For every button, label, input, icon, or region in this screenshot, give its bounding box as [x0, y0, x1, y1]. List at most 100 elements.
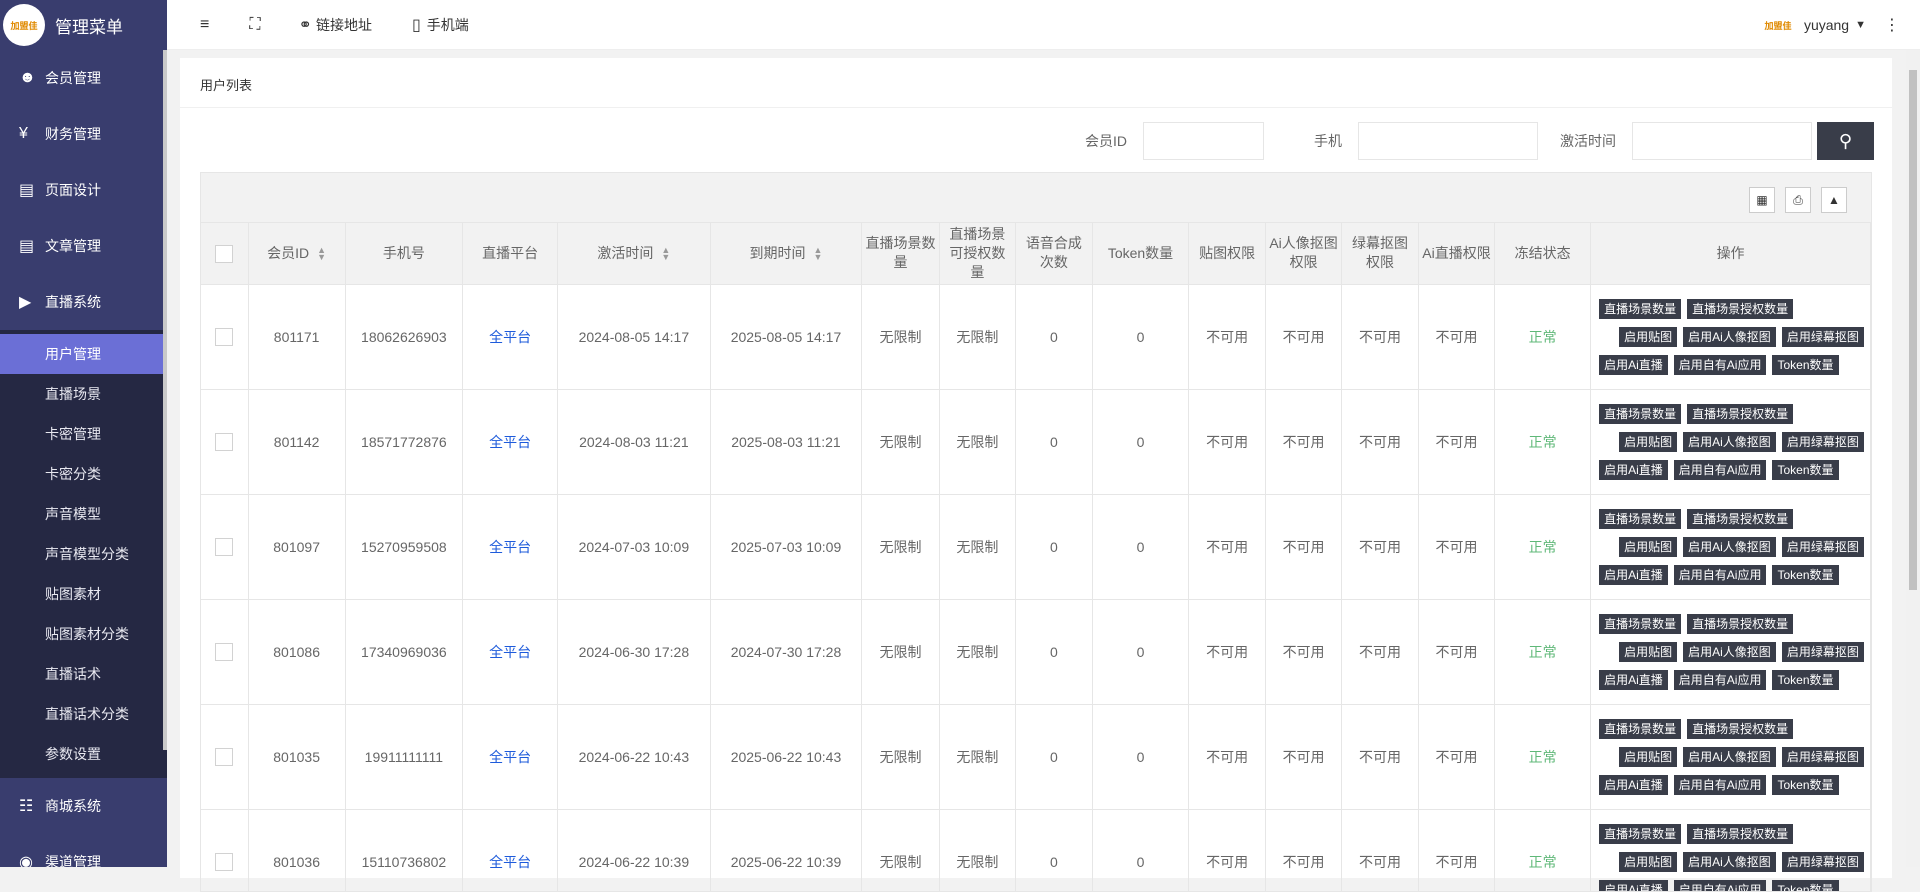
action-button[interactable]: 启用Ai直播 — [1599, 670, 1668, 690]
action-button[interactable]: 启用自有Ai应用 — [1674, 460, 1767, 480]
action-button[interactable]: 启用Ai人像抠图 — [1683, 537, 1776, 557]
action-button[interactable]: 直播场景授权数量 — [1687, 299, 1793, 319]
action-button[interactable]: 启用Ai直播 — [1599, 565, 1668, 585]
sidebar-item-sticker-categories[interactable]: 贴图素材分类 — [0, 614, 167, 654]
sidebar-item-live-script-categories[interactable]: 直播话术分类 — [0, 694, 167, 734]
action-button[interactable]: Token数量 — [1772, 460, 1838, 480]
search-button[interactable]: ⚲ — [1817, 122, 1874, 160]
action-button[interactable]: 启用绿幕抠图 — [1782, 537, 1864, 557]
action-button[interactable]: 启用贴图 — [1619, 537, 1677, 557]
print-icon[interactable]: ⎙ — [1785, 187, 1811, 213]
action-button[interactable]: 启用绿幕抠图 — [1782, 747, 1864, 767]
action-button[interactable]: Token数量 — [1772, 670, 1838, 690]
action-button[interactable]: 直播场景授权数量 — [1687, 719, 1793, 739]
action-button[interactable]: 启用贴图 — [1619, 747, 1677, 767]
action-button[interactable]: 启用Ai人像抠图 — [1683, 642, 1776, 662]
action-button[interactable]: 直播场景数量 — [1599, 719, 1681, 739]
sidebar-item-articles[interactable]: ▤ 文章管理 — [0, 218, 167, 274]
col-activated[interactable]: 激活时间▲▼ — [558, 223, 711, 284]
sidebar-item-voice-model-categories[interactable]: 声音模型分类 — [0, 534, 167, 574]
action-button[interactable]: 启用贴图 — [1619, 432, 1677, 452]
sidebar-item-settings[interactable]: 参数设置 — [0, 734, 167, 774]
action-button[interactable]: 启用绿幕抠图 — [1782, 327, 1864, 347]
row-checkbox[interactable] — [215, 748, 233, 766]
action-button[interactable]: 直播场景数量 — [1599, 824, 1681, 844]
row-checkbox[interactable] — [215, 328, 233, 346]
action-button[interactable]: 启用Ai直播 — [1599, 880, 1668, 892]
collapse-menu-icon[interactable]: ≡ — [200, 16, 209, 34]
avatar[interactable]: 加盟佳 — [1758, 14, 1798, 36]
action-button[interactable]: 启用绿幕抠图 — [1782, 642, 1864, 662]
sidebar-item-members[interactable]: ☻ 会员管理 — [0, 50, 167, 106]
action-button[interactable]: 直播场景数量 — [1599, 614, 1681, 634]
action-button[interactable]: 直播场景授权数量 — [1687, 509, 1793, 529]
sidebar-item-user-management[interactable]: 用户管理 — [0, 334, 163, 374]
platform[interactable]: 全平台 — [463, 389, 558, 494]
columns-icon[interactable]: ▦ — [1749, 187, 1775, 213]
sort-icon[interactable]: ▲▼ — [661, 247, 670, 261]
action-button[interactable]: 直播场景数量 — [1599, 404, 1681, 424]
platform[interactable]: 全平台 — [463, 284, 558, 389]
action-button[interactable]: 启用自有Ai应用 — [1674, 565, 1767, 585]
sidebar-item-card-categories[interactable]: 卡密分类 — [0, 454, 167, 494]
row-checkbox[interactable] — [215, 643, 233, 661]
row-checkbox[interactable] — [215, 538, 233, 556]
mobile-button[interactable]: ▯ 手机端 — [412, 15, 469, 35]
sidebar-item-page-design[interactable]: ▤ 页面设计 — [0, 162, 167, 218]
action-button[interactable]: 启用Ai直播 — [1599, 775, 1668, 795]
sort-icon[interactable]: ▲▼ — [814, 247, 823, 261]
action-button[interactable]: 启用Ai直播 — [1599, 460, 1668, 480]
row-checkbox[interactable] — [215, 853, 233, 871]
sidebar-item-finance[interactable]: ¥ 财务管理 — [0, 106, 167, 162]
sidebar-item-stickers[interactable]: 贴图素材 — [0, 574, 167, 614]
sidebar-item-mall[interactable]: ☷ 商城系统 — [0, 778, 167, 834]
action-button[interactable]: 直播场景数量 — [1599, 299, 1681, 319]
action-button[interactable]: 启用Ai人像抠图 — [1683, 852, 1776, 872]
page-scrollbar[interactable] — [1906, 50, 1920, 867]
row-checkbox[interactable] — [215, 433, 233, 451]
action-button[interactable]: 启用贴图 — [1619, 852, 1677, 872]
sidebar-item-voice-models[interactable]: 声音模型 — [0, 494, 167, 534]
username[interactable]: yuyang — [1804, 17, 1849, 33]
sidebar-item-card-keys[interactable]: 卡密管理 — [0, 414, 167, 454]
activate-time-input[interactable] — [1632, 122, 1812, 160]
col-expires[interactable]: 到期时间▲▼ — [710, 223, 862, 284]
member-id-input[interactable] — [1143, 122, 1264, 160]
action-button[interactable]: 启用自有Ai应用 — [1674, 670, 1767, 690]
action-button[interactable]: 直播场景授权数量 — [1687, 614, 1793, 634]
caret-down-icon[interactable]: ▼ — [1855, 19, 1866, 31]
action-button[interactable]: 启用Ai人像抠图 — [1683, 747, 1776, 767]
action-button[interactable]: 直播场景数量 — [1599, 509, 1681, 529]
sidebar-item-live-scenes[interactable]: 直播场景 — [0, 374, 167, 414]
fullscreen-icon[interactable]: ⛶ — [249, 16, 260, 34]
platform[interactable]: 全平台 — [463, 704, 558, 809]
action-button[interactable]: 直播场景授权数量 — [1687, 824, 1793, 844]
action-button[interactable]: 启用贴图 — [1619, 642, 1677, 662]
sidebar-item-live-scripts[interactable]: 直播话术 — [0, 654, 167, 694]
action-button[interactable]: Token数量 — [1772, 565, 1838, 585]
sort-icon[interactable]: ▲▼ — [317, 247, 326, 261]
action-button[interactable]: 启用自有Ai应用 — [1674, 355, 1767, 375]
phone-input[interactable] — [1358, 122, 1538, 160]
more-vertical-icon[interactable]: ⋮ — [1884, 15, 1900, 35]
platform[interactable]: 全平台 — [463, 494, 558, 599]
export-icon[interactable]: ▲ — [1821, 187, 1847, 213]
action-button[interactable]: 启用Ai人像抠图 — [1683, 327, 1776, 347]
sidebar-item-live-system[interactable]: ▶ 直播系统 — [0, 274, 167, 330]
link-address-button[interactable]: ⚭ 链接地址 — [299, 15, 372, 35]
action-button[interactable]: 启用自有Ai应用 — [1674, 880, 1767, 892]
platform[interactable]: 全平台 — [463, 809, 558, 892]
action-button[interactable]: 启用绿幕抠图 — [1782, 852, 1864, 872]
scrollbar-thumb[interactable] — [1909, 70, 1917, 590]
action-button[interactable]: Token数量 — [1772, 775, 1838, 795]
action-button[interactable]: 启用自有Ai应用 — [1674, 775, 1767, 795]
col-member-id[interactable]: 会员ID▲▼ — [248, 223, 345, 284]
action-button[interactable]: Token数量 — [1772, 880, 1838, 892]
sidebar-item-channels[interactable]: ◉ 渠道管理 — [0, 834, 167, 867]
platform[interactable]: 全平台 — [463, 599, 558, 704]
action-button[interactable]: 启用Ai直播 — [1599, 355, 1668, 375]
action-button[interactable]: Token数量 — [1772, 355, 1838, 375]
sidebar-scrollbar[interactable] — [163, 50, 167, 750]
action-button[interactable]: 启用Ai人像抠图 — [1683, 432, 1776, 452]
action-button[interactable]: 直播场景授权数量 — [1687, 404, 1793, 424]
